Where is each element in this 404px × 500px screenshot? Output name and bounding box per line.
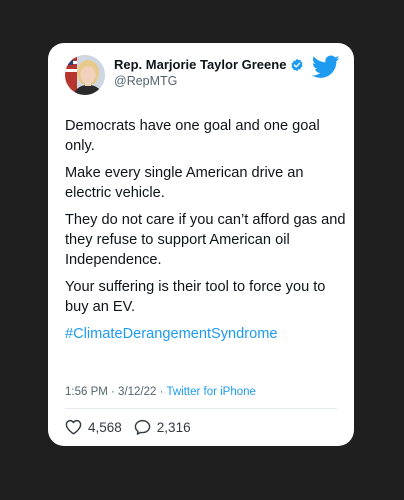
author-name[interactable]: Rep. Marjorie Taylor Greene — [114, 57, 286, 72]
tweet-metadata: 1:56 PM · 3/12/22 · Twitter for iPhone — [65, 386, 256, 398]
tweet-paragraph: Your suffering is their tool to force yo… — [65, 279, 326, 315]
tweet-card: Rep. Marjorie Taylor Greene @RepMTG Demo… — [48, 43, 354, 446]
tweet-source-link[interactable]: Twitter for iPhone — [166, 386, 255, 398]
twitter-bird-icon — [312, 55, 340, 78]
reply-count: 2,316 — [156, 419, 191, 435]
divider — [65, 408, 337, 409]
tweet-paragraph: Democrats have one goal and one goal onl… — [65, 118, 320, 154]
tweet-timestamp[interactable]: 1:56 PM · 3/12/22 · — [65, 386, 166, 398]
reply-button[interactable]: 2,316 — [134, 419, 191, 435]
reply-bubble-icon — [134, 419, 151, 435]
tweet-actions: 4,568 2,316 — [65, 419, 191, 435]
author-avatar[interactable] — [65, 55, 105, 95]
author-handle[interactable]: @RepMTG — [114, 74, 177, 88]
author-name-row: Rep. Marjorie Taylor Greene — [114, 57, 304, 72]
hashtag-link[interactable]: #ClimateDerangementSyndrome — [65, 324, 349, 344]
verified-badge-icon — [291, 58, 303, 71]
heart-icon — [65, 419, 82, 435]
avatar-image — [65, 55, 105, 95]
like-count: 4,568 — [88, 419, 122, 435]
tweet-paragraph: Make every single American drive an elec… — [65, 165, 304, 201]
like-button[interactable]: 4,568 — [65, 419, 122, 435]
tweet-paragraph: They do not care if you can’t afford gas… — [65, 212, 346, 268]
tweet-text: Democrats have one goal and one goal onl… — [65, 116, 349, 344]
